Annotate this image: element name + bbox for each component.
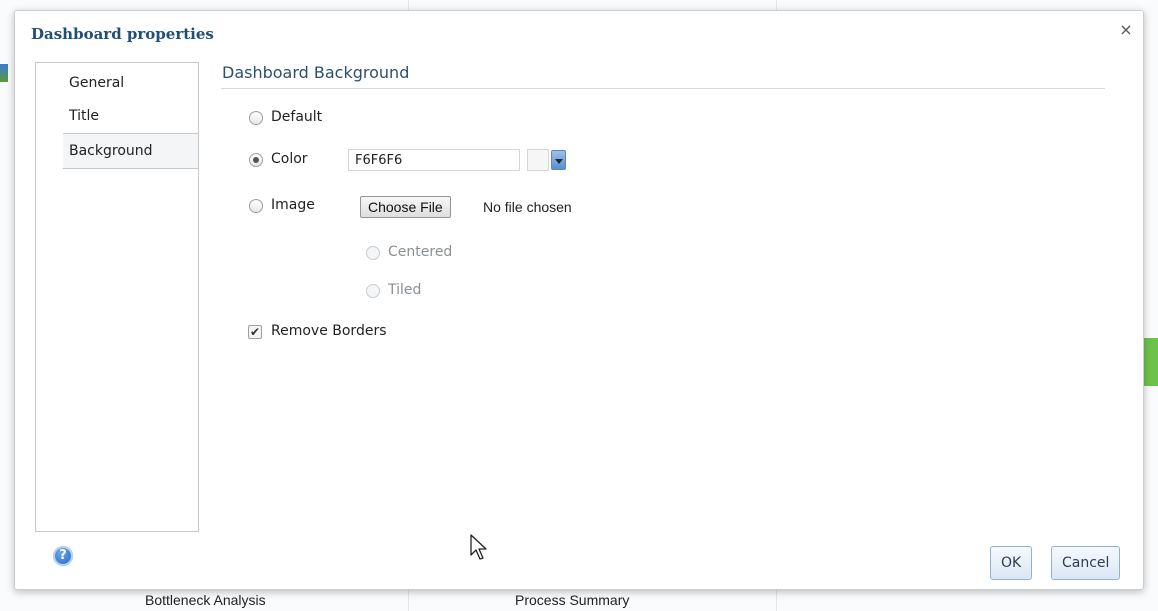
- centered-label: Centered: [388, 244, 453, 260]
- bottleneck-analysis-label: Bottleneck Analysis: [145, 592, 266, 608]
- color-picker-dropdown-icon[interactable]: [551, 150, 566, 170]
- file-status: No file chosen: [483, 199, 572, 215]
- tiled-label: Tiled: [388, 282, 422, 298]
- color-radio[interactable]: [249, 153, 263, 167]
- close-icon[interactable]: ×: [1117, 21, 1135, 39]
- ok-button[interactable]: OK: [990, 546, 1033, 580]
- app-toolbar-icon: [0, 64, 8, 82]
- nav-item-title[interactable]: Title: [36, 99, 198, 133]
- color-label: Color: [271, 151, 308, 167]
- section-title: Dashboard Background: [221, 63, 1105, 89]
- nav-item-background[interactable]: Background: [63, 133, 198, 169]
- dialog-title: Dashboard properties: [31, 25, 214, 43]
- default-radio[interactable]: [249, 111, 263, 125]
- properties-nav: General Title Background: [35, 62, 199, 532]
- color-swatch[interactable]: [527, 149, 549, 171]
- cancel-button[interactable]: Cancel: [1051, 546, 1121, 580]
- background-section: Dashboard Background Default Color F6F6F…: [221, 63, 1105, 560]
- mouse-pointer-icon: [470, 534, 487, 560]
- process-summary-label: Process Summary: [515, 592, 630, 608]
- dashboard-properties-dialog: Dashboard properties × General Title Bac…: [14, 10, 1144, 590]
- color-hex-input[interactable]: F6F6F6: [348, 149, 520, 171]
- remove-borders-checkbox[interactable]: ✔: [248, 325, 262, 339]
- remove-borders-label: Remove Borders: [271, 323, 387, 339]
- centered-radio[interactable]: [366, 246, 380, 260]
- choose-file-button[interactable]: Choose File: [360, 196, 451, 218]
- help-icon[interactable]: ?: [53, 546, 73, 566]
- tiled-radio[interactable]: [366, 284, 380, 298]
- nav-item-general[interactable]: General: [36, 63, 198, 99]
- image-label: Image: [271, 197, 315, 213]
- image-radio[interactable]: [249, 199, 263, 213]
- default-label: Default: [271, 109, 323, 125]
